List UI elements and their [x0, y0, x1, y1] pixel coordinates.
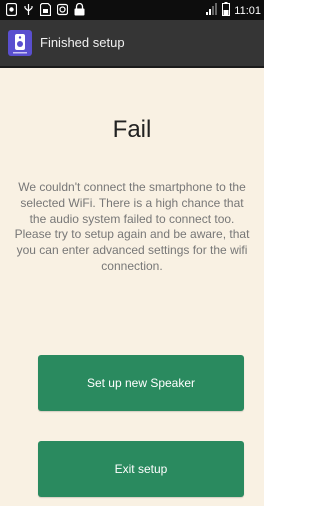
lock-icon — [74, 2, 85, 16]
setup-result-panel: Fail We couldn't connect the smartphone … — [0, 68, 264, 506]
image-icon — [56, 3, 69, 16]
usb-icon — [23, 3, 34, 16]
status-bar: 11:01 — [0, 0, 264, 20]
set-up-new-speaker-button[interactable]: Set up new Speaker — [38, 355, 244, 411]
exit-setup-button[interactable]: Exit setup — [38, 441, 244, 497]
result-message: We couldn't connect the smartphone to th… — [14, 180, 250, 273]
clock: 11:01 — [234, 5, 261, 17]
result-headline: Fail — [112, 116, 152, 143]
signal-icon — [206, 3, 218, 20]
notification-icon — [5, 2, 18, 17]
status-notification-icons — [5, 2, 85, 17]
sd-card-icon — [39, 2, 52, 17]
battery-icon — [222, 2, 231, 21]
action-bar-title: Finished setup — [40, 35, 125, 50]
phone-screen: 11:01 Finished setup Fail We couldn't co… — [0, 0, 264, 511]
bottom-edge — [0, 506, 264, 511]
speaker-app-icon[interactable] — [8, 30, 32, 56]
action-bar: Finished setup — [0, 20, 264, 68]
status-right-group: 11:01 — [206, 2, 261, 21]
